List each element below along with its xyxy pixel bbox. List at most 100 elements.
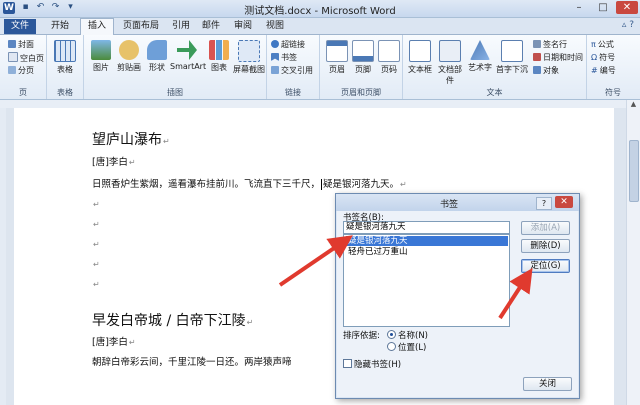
blank-page-button[interactable]: 空白页 — [8, 52, 44, 64]
screenshot-button[interactable]: 屏幕截图 — [232, 40, 266, 75]
picture-icon — [91, 40, 111, 60]
tab-mailings[interactable]: 邮件 — [196, 19, 226, 34]
bookmark-list[interactable]: 疑是银河落九天 轻舟已过万重山 — [343, 234, 510, 327]
cover-page-button[interactable]: 封面 — [8, 39, 34, 50]
sort-name-radio[interactable] — [387, 330, 396, 339]
date-time-button[interactable]: 日期和时间 — [533, 52, 583, 63]
empty-paragraph: ↵ — [93, 220, 100, 229]
maximize-button[interactable]: □ — [592, 1, 614, 14]
group-label-illustrations: 插图 — [167, 88, 183, 97]
poem1-author: [唐]李白↵ — [92, 157, 136, 168]
empty-paragraph: ↵ — [93, 280, 100, 289]
poem1-text: 日照香炉生紫烟，遥看瀑布挂前川。飞流直下三千尺， 疑是银河落九天。↵ — [92, 179, 407, 190]
signature-line-button[interactable]: 签名行 — [533, 39, 567, 50]
omega-icon: Ω — [591, 53, 598, 62]
group-label-text: 文本 — [486, 88, 503, 97]
group-label-header-footer: 页眉和页脚 — [341, 88, 381, 97]
sort-name-label: 名称(N) — [398, 331, 428, 341]
clip-art-button[interactable]: 剪贴画 — [114, 40, 144, 73]
symbol-button[interactable]: Ω 符号 — [591, 52, 615, 63]
poem1-title: 望庐山瀑布↵ — [92, 132, 170, 148]
vertical-scrollbar[interactable]: ▲ — [626, 100, 640, 405]
delete-button[interactable]: 删除(D) — [521, 239, 570, 253]
shapes-button[interactable]: 形状 — [142, 40, 172, 73]
smartart-icon — [177, 40, 197, 60]
help-icon[interactable]: ? — [536, 197, 552, 210]
sort-by-label: 排序依据: — [343, 331, 380, 341]
scrollbar-thumb[interactable] — [629, 140, 639, 202]
group-links: 超链接 书签 交叉引用 链接 — [267, 35, 320, 99]
poem2-title: 早发白帝城 / 白帝下江陵↵ — [92, 313, 254, 329]
poem2-author: [唐]李白↵ — [92, 337, 136, 348]
blank-page-icon — [8, 52, 18, 62]
bookmark-name-field[interactable]: 疑是银河落九天 — [343, 221, 510, 234]
ribbon-controls[interactable]: ▵ ? — [622, 20, 634, 30]
equation-button[interactable]: π 公式 — [591, 39, 614, 50]
wordart-button[interactable]: 艺术字 — [465, 40, 495, 73]
header-icon — [326, 40, 348, 62]
empty-paragraph: ↵ — [93, 260, 100, 269]
close-button[interactable]: 关闭 — [523, 377, 572, 391]
title-bar: W ▪ ↶ ↷ ▾ 测试文档.docx - Microsoft Word – □… — [0, 0, 640, 18]
group-illustrations: 图片 剪贴画 形状 SmartArt 图表 屏幕截图 插图 — [84, 35, 267, 99]
dialog-title-bar: 书签 ? ✕ — [336, 194, 579, 211]
tab-view[interactable]: 视图 — [260, 19, 290, 34]
hidden-bookmarks-label: 隐藏书签(H) — [354, 360, 402, 370]
poem2-text: 朝辞白帝彩云间，千里江陵一日还。两岸猿声啼 — [92, 357, 292, 368]
table-button[interactable]: 表格 — [50, 40, 80, 75]
clip-art-icon — [119, 40, 139, 60]
dialog-close-icon[interactable]: ✕ — [555, 196, 573, 208]
group-label-tables: 表格 — [57, 88, 73, 97]
group-text: 文本框 文档部件 艺术字 首字下沉 签名行 日期和时间 对象 文本 — [403, 35, 587, 99]
sort-location-label: 位置(L) — [398, 343, 427, 353]
hyperlink-button[interactable]: 超链接 — [271, 39, 305, 50]
minimize-button[interactable]: – — [568, 1, 590, 14]
quick-parts-icon — [439, 40, 461, 62]
close-window-button[interactable]: ✕ — [616, 1, 638, 14]
vertical-ruler — [0, 108, 6, 405]
bookmark-button[interactable]: 书签 — [271, 52, 297, 63]
wordart-icon — [470, 40, 490, 60]
list-item[interactable]: 轻舟已过万重山 — [346, 247, 508, 257]
tab-references[interactable]: 引用 — [166, 19, 196, 34]
page-number-button[interactable]: 页码 — [374, 40, 404, 75]
ribbon-insert: 封面 空白页 分页 页 表格 表格 图片 剪贴画 形状 SmartArt 图表 … — [0, 35, 640, 100]
dialog-body: 书签名(B): 疑是银河落九天 疑是银河落九天 轻舟已过万重山 添加(A) 删除… — [337, 211, 578, 397]
picture-button[interactable]: 图片 — [86, 40, 116, 73]
number-icon: # — [591, 66, 598, 75]
drop-cap-button[interactable]: 首字下沉 — [495, 40, 529, 75]
group-label-symbols: 符号 — [605, 88, 621, 97]
text-box-button[interactable]: 文本框 — [405, 40, 435, 75]
tab-file[interactable]: 文件 — [4, 19, 36, 34]
hidden-bookmarks-checkbox[interactable] — [343, 359, 352, 368]
sort-location-radio[interactable] — [387, 342, 396, 351]
quick-parts-button[interactable]: 文档部件 — [435, 40, 465, 86]
pi-icon: π — [591, 40, 596, 49]
footer-icon — [352, 40, 374, 62]
list-item[interactable]: 疑是银河落九天 — [346, 236, 508, 246]
shapes-icon — [147, 40, 167, 60]
chart-icon — [209, 40, 229, 60]
object-button[interactable]: 对象 — [533, 65, 559, 76]
cross-reference-button[interactable]: 交叉引用 — [271, 65, 313, 76]
horizontal-ruler — [0, 100, 640, 108]
drop-cap-icon — [501, 40, 523, 62]
signature-line-icon — [533, 40, 541, 48]
tab-review[interactable]: 审阅 — [228, 19, 258, 34]
bookmark-dialog: 书签 ? ✕ 书签名(B): 疑是银河落九天 疑是银河落九天 轻舟已过万重山 添… — [335, 193, 580, 399]
number-button[interactable]: # 编号 — [591, 65, 616, 76]
table-icon — [54, 40, 76, 62]
ribbon-tabs: 文件 开始 插入 页面布局 引用 邮件 审阅 视图 ▵ ? — [0, 18, 640, 36]
tab-insert[interactable]: 插入 — [80, 18, 114, 36]
chart-button[interactable]: 图表 — [204, 40, 234, 73]
tab-page-layout[interactable]: 页面布局 — [116, 19, 166, 34]
cross-reference-icon — [271, 66, 279, 74]
goto-button[interactable]: 定位(G) — [521, 259, 570, 273]
page-break-button[interactable]: 分页 — [8, 65, 34, 76]
page-break-icon — [8, 66, 16, 74]
tab-home[interactable]: 开始 — [44, 19, 76, 34]
add-button[interactable]: 添加(A) — [521, 221, 570, 235]
smartart-button[interactable]: SmartArt — [170, 40, 206, 71]
cover-page-icon — [8, 40, 16, 48]
scroll-up-arrow[interactable]: ▲ — [627, 100, 640, 110]
